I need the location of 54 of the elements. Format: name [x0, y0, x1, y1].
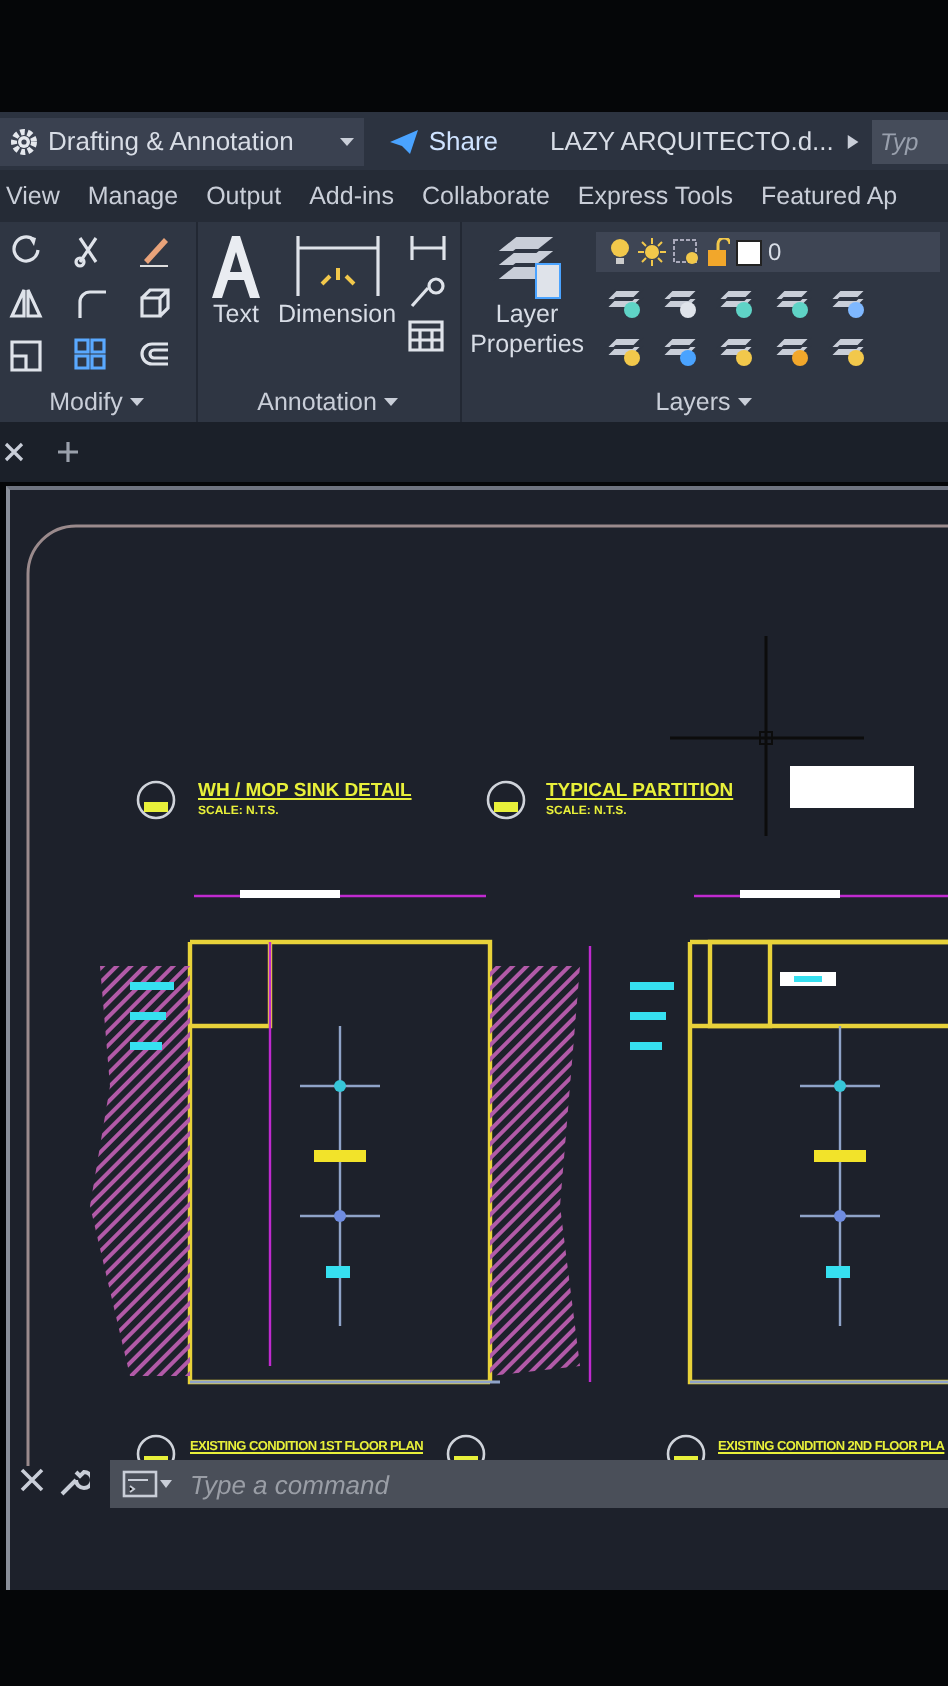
terminal-icon[interactable]	[110, 1460, 182, 1508]
eraser-icon[interactable]	[136, 232, 172, 268]
label-box	[790, 766, 914, 808]
close-icon[interactable]	[4, 442, 24, 462]
ribbon-tab[interactable]: View	[6, 182, 60, 210]
search-field[interactable]: Typ	[872, 119, 948, 163]
caret-icon	[338, 133, 357, 149]
panel-title[interactable]: Modify	[0, 382, 196, 422]
color-swatch-icon	[736, 239, 763, 265]
detail-title: TYPICAL PARTITION	[546, 780, 734, 802]
lightbulb-icon	[608, 238, 633, 266]
play-icon[interactable]	[845, 131, 860, 151]
detail-marker-icon	[486, 780, 526, 820]
wrench-icon[interactable]	[58, 1466, 90, 1498]
close-icon[interactable]	[18, 1466, 46, 1494]
ribbon-tab[interactable]: Add-ins	[309, 182, 394, 210]
tool-button[interactable]: Dimension	[278, 232, 397, 330]
unlocked-padlock-icon	[706, 238, 731, 266]
panel-title[interactable]: Annotation	[198, 382, 461, 422]
share-button[interactable]: Share	[376, 124, 511, 158]
ribbon-tab[interactable]: Featured Ap	[761, 182, 898, 210]
text-icon	[206, 232, 266, 300]
fillet-icon[interactable]	[72, 284, 108, 320]
tool-button[interactable]: Text	[206, 232, 266, 330]
ribbon-tab[interactable]: Manage	[87, 182, 179, 210]
ribbon-tab[interactable]: Collaborate	[421, 182, 550, 210]
caret-icon	[382, 394, 401, 410]
detail-title: WH / MOP SINK DETAIL	[198, 780, 412, 802]
command-field[interactable]: Type a command	[182, 1460, 948, 1508]
layer-name: 0	[768, 238, 782, 266]
workspace-label: Drafting & Annotation	[48, 126, 296, 156]
gear-icon	[8, 125, 40, 157]
detail-marker-icon	[136, 780, 176, 820]
viewport-icon	[672, 238, 701, 266]
caret-icon	[128, 394, 147, 410]
offset-icon[interactable]	[136, 336, 172, 372]
plus-icon[interactable]	[56, 440, 80, 464]
layer-dropdown[interactable]: 0	[596, 232, 941, 272]
sun-icon	[638, 238, 667, 266]
ribbon-tab[interactable]: Output	[206, 182, 282, 210]
caret-icon	[736, 394, 755, 410]
scale-icon[interactable]	[8, 336, 44, 372]
paper-plane-icon	[388, 127, 421, 155]
rotate-icon[interactable]	[8, 232, 44, 268]
table-icon[interactable]	[408, 320, 445, 352]
workspace-dropdown[interactable]: Drafting & Annotation	[0, 117, 365, 165]
panel-title[interactable]: Layers	[462, 382, 948, 422]
ribbon-tab[interactable]: Express Tools	[577, 182, 734, 210]
file-name: LAZY ARQUITECTO.d...	[550, 126, 834, 156]
tool-button[interactable]: Layer Properties	[470, 232, 585, 360]
array-icon[interactable]	[72, 336, 108, 372]
cube-icon[interactable]	[136, 284, 172, 320]
mirror-icon[interactable]	[8, 284, 44, 320]
dimension-icon	[291, 232, 384, 300]
